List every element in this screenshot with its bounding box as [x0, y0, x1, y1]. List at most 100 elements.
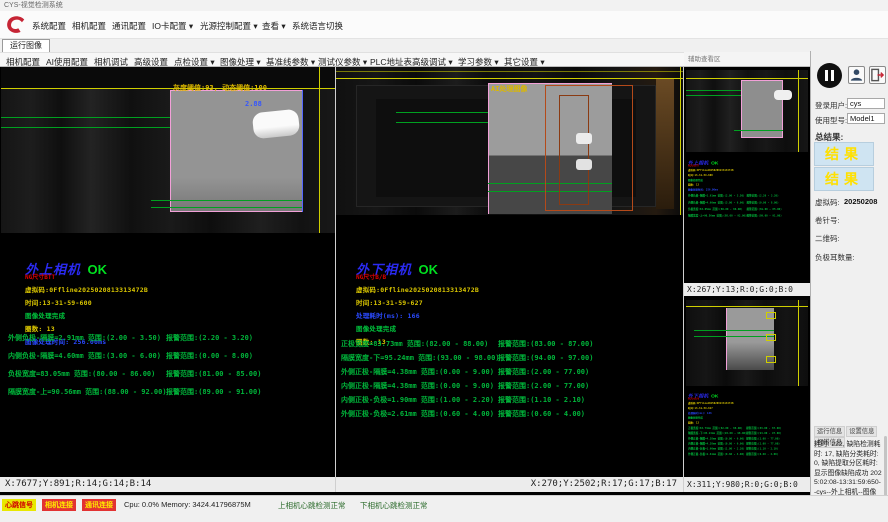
process-time-label: 图像处理时间: 256.00ms [688, 187, 810, 191]
turns-label: 圈数: 13 [688, 420, 810, 424]
time-label: 时间:13-31-59-627 [356, 297, 479, 307]
measurement-alarm: 报警范围:(83.00 - 87.00) [746, 426, 781, 430]
measurement-alarm: 报警范围:(83.00 - 87.00) [498, 339, 593, 349]
measurement-row: 隔膜宽度-上=90.56mm 范围:(88.00 - 92.00) 报警范围:(… [8, 387, 334, 405]
logout-icon [870, 67, 885, 83]
measurement-row: 负极宽度=83.05mm 范围:(80.00 - 86.00) 报警范围:(81… [8, 369, 334, 387]
measurement-row: 外侧正极-隔膜=4.38mm 范围:(0.00 - 9.00) 报警范围:(2.… [341, 367, 681, 381]
measurement-alarm: 报警范围:(2.20 - 3.20) [166, 333, 253, 343]
measurement-alarm: 报警范围:(81.00 - 85.00) [746, 207, 781, 211]
image-top-band [1, 67, 335, 88]
model-label: 使用型号: [815, 115, 847, 126]
sidebar-scrollbar[interactable] [884, 436, 887, 496]
measurement-alarm: 报警范围:(94.00 - 97.00) [746, 432, 781, 436]
process-done-label: 图像处理完成 [688, 416, 810, 420]
comm-connect-badge: 通讯连接 [82, 499, 116, 511]
measurement-text: 隔膜宽度-下=95.24mm 范围:(93.00 - 98.00) [688, 432, 747, 436]
mid-cursor-readout: X:270;Y:2502;R:17;G:17;B:17 [336, 477, 683, 492]
camera-image-mid[interactable]: AI处理图像 [336, 67, 683, 215]
turns-label: 圈数: 13 [25, 323, 148, 333]
menu-light-config[interactable]: 光源控制配置 ▾ [200, 20, 258, 32]
edge-line-green [151, 200, 303, 201]
probe-object [774, 90, 792, 100]
result-ok-label: OK [711, 160, 718, 166]
reference-line-yellow [1, 88, 335, 89]
electrode-region-box [170, 90, 303, 212]
menu-io-config[interactable]: IO卡配置 ▾ [152, 20, 193, 32]
process-time-label: 处理耗时(ms): 166 [688, 411, 810, 415]
measurement-alarm: 报警范围:(81.00 - 85.00) [166, 369, 261, 379]
reference-line-yellow [336, 78, 683, 79]
sidebar: 登录用户: cys 使用型号: Model1 总结果: 结果 结果 虚拟码: 2… [810, 51, 888, 495]
measurement-text: 隔膜宽度-上=90.56mm 范围:(88.00 - 92.00) [8, 387, 167, 397]
measurement-alarm: 报警范围:(2.00 - 77.00) [498, 381, 589, 391]
qr-code-label: 二维码: [815, 233, 840, 244]
thumbnail-top-text: 外上相机 OK NG尺寸BTT 虚拟码:0Ffline2025020813313… [688, 159, 810, 221]
measurement-row: 内侧负极-隔膜=4.60mm 范围:(3.00 - 6.00) 报警范围:(0.… [688, 201, 810, 208]
process-done-label: 图像处理完成 [356, 323, 479, 333]
thumb-bottom-readout: X:311;Y:980;R:0;G:0;B:0 [684, 477, 810, 492]
result-ok-label: OK [418, 262, 438, 277]
user-button[interactable] [848, 66, 865, 84]
thumbnail-top[interactable]: 外上相机 OK NG尺寸BTT 虚拟码:0Ffline2025020813313… [684, 67, 810, 283]
edge-line-green [151, 207, 303, 208]
result-ok-label: OK [87, 262, 107, 277]
measurement-alarm: 报警范围:(0.60 - 4.00) [498, 409, 585, 419]
lower-cam-heartbeat-text: 下相机心跳检测正常 [360, 500, 428, 511]
menu-camera-config[interactable]: 相机配置 [72, 20, 106, 32]
camera-image-left[interactable]: 灰度阈值:93, 动态阈值:100 2.88 [1, 67, 335, 233]
menu-system-config[interactable]: 系统配置 [32, 20, 66, 32]
defect-highlight [576, 159, 592, 170]
reference-vline-yellow [798, 300, 799, 386]
time-label: 时间:13-31-59-600 [688, 173, 810, 177]
user-icon [849, 67, 864, 83]
measurement-text: 隔膜宽度-下=95.24mm 范围:(93.00 - 98.00) [341, 353, 500, 363]
left-cam-measurements: 外侧负极-隔膜=2.91mm 范围:(2.00 - 3.50) 报警范围:(2.… [8, 333, 334, 405]
aux-view-label: 辅助查看区 [684, 52, 810, 67]
measurement-text: 内侧负极-隔膜=4.60mm 范围:(3.00 - 6.00) [688, 201, 745, 205]
measurement-text: 外侧正极-负极=2.61mm 范围:(0.60 - 4.00) [341, 409, 494, 419]
measurement-alarm: 报警范围:(0.00 - 8.00) [746, 201, 778, 205]
measurement-alarm: 报警范围:(1.10 - 2.10) [498, 395, 585, 405]
thumbnail-top-scene [686, 70, 808, 152]
left-cursor-readout: X:7677;Y:891;R:14;G:14;B:14 [0, 477, 335, 492]
mid-cam-measurements: 正极宽度=83.73mm 范围:(82.00 - 88.00) 报警范围:(83… [341, 339, 681, 423]
result-badge-1: 结果 [814, 142, 874, 166]
measurement-alarm: 报警范围:(2.00 - 77.00) [746, 442, 780, 446]
measurement-text: 外侧正极-隔膜=4.38mm 范围:(0.00 - 9.00) [688, 437, 745, 441]
measurement-row: 内侧负极-隔膜=4.60mm 范围:(3.00 - 6.00) 报警范围:(0.… [8, 351, 334, 369]
result-ok-label: OK [711, 393, 718, 399]
menu-view[interactable]: 查看 ▾ [262, 20, 286, 32]
reference-vline-yellow [319, 67, 320, 233]
pause-button[interactable] [817, 63, 842, 88]
log-tab-run[interactable]: 运行信息 [814, 426, 845, 437]
log-tab-settings[interactable]: 设置信息 [846, 426, 877, 437]
model-value[interactable]: Model1 [847, 113, 885, 124]
measurement-alarm: 报警范围:(2.00 - 77.00) [498, 367, 589, 377]
defect-marker [766, 312, 776, 319]
measurement-row: 外侧负极-隔膜=2.91mm 范围:(2.00 - 3.50) 报警范围:(2.… [8, 333, 334, 351]
time-label: 时间:13-31-59-627 [688, 406, 810, 410]
thumbnail-bottom[interactable]: 外下相机 OK NG尺寸B/B 虚拟码:0Ffline2025020813313… [684, 296, 810, 477]
measurement-text: 外侧正极-负极=2.61mm 范围:(0.60 - 4.00) [688, 452, 745, 456]
menu-comm-config[interactable]: 通讯配置 [112, 20, 146, 32]
reference-vline-yellow [798, 70, 799, 152]
tab-run-image[interactable]: 运行图像 [2, 39, 50, 52]
virtual-code-label: 虚拟码:0Ffline2025020813313472B [25, 284, 148, 294]
virtual-code-label: 虚拟码:0Ffline2025020813313472B [688, 401, 810, 405]
logout-button[interactable] [869, 66, 886, 84]
measurement-alarm: 报警范围:(0.60 - 4.00) [746, 452, 778, 456]
process-done-label: 图像处理完成 [25, 310, 148, 320]
measurement-text: 内侧正极-隔膜=4.38mm 范围:(0.00 - 9.00) [341, 381, 494, 391]
turns-label: 圈数: 13 [688, 183, 810, 187]
login-user-value[interactable]: cys [847, 98, 885, 109]
process-time-label: 处理耗时(ms): 166 [356, 310, 479, 320]
menu-language-switch[interactable]: 系统语言切换 [292, 20, 343, 32]
thumbnail-bottom-scene [686, 300, 808, 386]
thumbnail-bottom-text: 外下相机 OK NG尺寸B/B 虚拟码:0Ffline2025020813313… [688, 392, 810, 457]
measurement-alarm: 报警范围:(2.20 - 3.20) [746, 194, 778, 198]
status-bar: 心跳信号 相机连接 通讯连接 Cpu: 0.0% Memory: 3424.41… [0, 495, 888, 522]
measurement-text: 负极宽度=83.05mm 范围:(80.00 - 86.00) [8, 369, 155, 379]
edge-line-green [694, 330, 774, 331]
measurement-alarm: 报警范围:(94.00 - 97.00) [498, 353, 593, 363]
